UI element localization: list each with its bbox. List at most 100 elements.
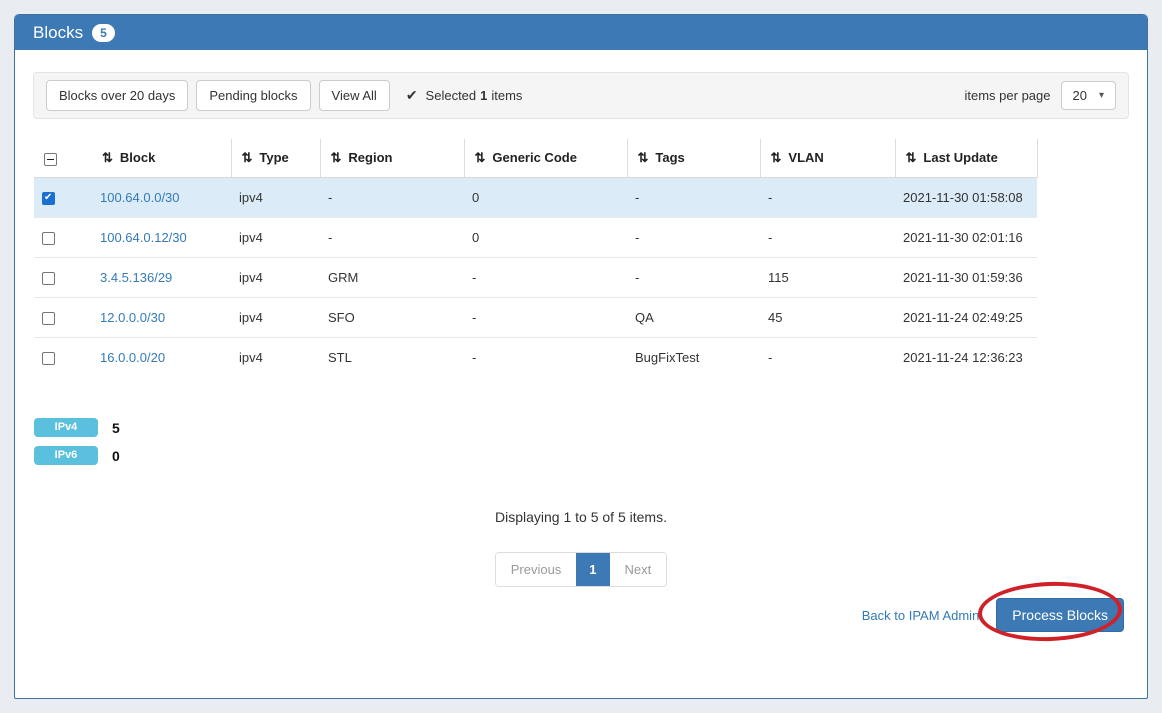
row-checkbox[interactable] (42, 352, 55, 365)
row-checkbox-cell (34, 298, 92, 338)
vlan-cell: - (760, 218, 895, 258)
pending-blocks-button[interactable]: Pending blocks (196, 80, 310, 111)
sort-icon: ⇅ (638, 150, 649, 165)
caret-down-icon: ▾ (1099, 90, 1104, 101)
sort-icon: ⇅ (906, 150, 917, 165)
column-header-last-update[interactable]: ⇅Last Update (895, 139, 1037, 178)
block-link[interactable]: 3.4.5.136/29 (92, 258, 231, 298)
row-checkbox[interactable] (42, 312, 55, 325)
region-cell: - (320, 178, 464, 218)
count-badge: 5 (92, 24, 115, 42)
blocks-panel: Blocks 5 Blocks over 20 days Pending blo… (14, 14, 1148, 699)
tags-cell: QA (627, 298, 760, 338)
region-cell: - (320, 218, 464, 258)
process-blocks-button[interactable]: Process Blocks (996, 598, 1124, 632)
ipv6-badge: IPv6 (34, 446, 98, 465)
row-checkbox-cell (34, 258, 92, 298)
pagination-section: Displaying 1 to 5 of 5 items. Previous 1… (15, 509, 1147, 587)
last-update-cell: 2021-11-30 01:59:36 (895, 258, 1037, 298)
select-all-header (34, 139, 92, 178)
toolbar: Blocks over 20 days Pending blocks View … (33, 72, 1129, 119)
blocks-over-20-days-button[interactable]: Blocks over 20 days (46, 80, 188, 111)
row-checkbox[interactable] (42, 192, 55, 205)
tags-cell: - (627, 178, 760, 218)
displaying-status: Displaying 1 to 5 of 5 items. (15, 509, 1147, 525)
type-cell: ipv4 (231, 338, 320, 378)
items-per-page-label: items per page (965, 88, 1051, 103)
type-cell: ipv4 (231, 218, 320, 258)
sort-icon: ⇅ (102, 150, 113, 165)
sort-icon: ⇅ (242, 150, 253, 165)
blocks-table: ⇅Block ⇅Type ⇅Region ⇅Generic Code ⇅Tags… (34, 139, 1038, 377)
page-title: Blocks (33, 23, 83, 43)
current-page-button[interactable]: 1 (576, 553, 609, 586)
last-update-cell: 2021-11-30 02:01:16 (895, 218, 1037, 258)
ipv6-count: 0 (112, 448, 120, 464)
generic-code-cell: 0 (464, 218, 627, 258)
block-link[interactable]: 100.64.0.0/30 (92, 178, 231, 218)
region-cell: SFO (320, 298, 464, 338)
checkmark-icon: ✔ (406, 87, 418, 104)
vlan-cell: - (760, 178, 895, 218)
generic-code-cell: - (464, 298, 627, 338)
sort-icon: ⇅ (475, 150, 486, 165)
vlan-cell: 45 (760, 298, 895, 338)
last-update-cell: 2021-11-30 01:58:08 (895, 178, 1037, 218)
table-row: 16.0.0.0/20 ipv4 STL - BugFixTest - 2021… (34, 338, 1037, 378)
vlan-cell: 115 (760, 258, 895, 298)
items-per-page-select[interactable]: 20 ▾ (1061, 81, 1117, 110)
column-header-block[interactable]: ⇅Block (92, 139, 231, 178)
selected-items-status: ✔ Selected 1 items (406, 87, 523, 104)
tags-cell: BugFixTest (627, 338, 760, 378)
generic-code-cell: 0 (464, 178, 627, 218)
column-header-generic-code[interactable]: ⇅Generic Code (464, 139, 627, 178)
table-row: 12.0.0.0/30 ipv4 SFO - QA 45 2021-11-24 … (34, 298, 1037, 338)
region-cell: GRM (320, 258, 464, 298)
ipv4-badge: IPv4 (34, 418, 98, 437)
selected-count: 1 (480, 88, 487, 103)
block-link[interactable]: 12.0.0.0/30 (92, 298, 231, 338)
last-update-cell: 2021-11-24 02:49:25 (895, 298, 1037, 338)
next-page-button[interactable]: Next (610, 553, 667, 586)
panel-header: Blocks 5 (15, 15, 1147, 50)
type-cell: ipv4 (231, 258, 320, 298)
back-to-ipam-admin-link[interactable]: Back to IPAM Admin (862, 608, 980, 623)
row-checkbox[interactable] (42, 272, 55, 285)
items-per-page-value: 20 (1073, 88, 1087, 103)
select-all-checkbox[interactable] (44, 153, 57, 166)
blocks-table-wrap: ⇅Block ⇅Type ⇅Region ⇅Generic Code ⇅Tags… (34, 139, 1129, 377)
table-row: 100.64.0.12/30 ipv4 - 0 - - 2021-11-30 0… (34, 218, 1037, 258)
block-link[interactable]: 100.64.0.12/30 (92, 218, 231, 258)
view-all-button[interactable]: View All (319, 80, 390, 111)
table-header-row: ⇅Block ⇅Type ⇅Region ⇅Generic Code ⇅Tags… (34, 139, 1037, 178)
region-cell: STL (320, 338, 464, 378)
tags-cell: - (627, 258, 760, 298)
table-row: 100.64.0.0/30 ipv4 - 0 - - 2021-11-30 01… (34, 178, 1037, 218)
ipv4-count: 5 (112, 420, 120, 436)
block-link[interactable]: 16.0.0.0/20 (92, 338, 231, 378)
selected-label: Selected (426, 88, 477, 103)
column-header-region[interactable]: ⇅Region (320, 139, 464, 178)
selected-suffix: items (491, 88, 522, 103)
sort-icon: ⇅ (771, 150, 782, 165)
type-cell: ipv4 (231, 298, 320, 338)
column-header-vlan[interactable]: ⇅VLAN (760, 139, 895, 178)
row-checkbox-cell (34, 338, 92, 378)
column-header-type[interactable]: ⇅Type (231, 139, 320, 178)
pager: Previous 1 Next (495, 552, 668, 587)
vlan-cell: - (760, 338, 895, 378)
footer-actions: Back to IPAM Admin Process Blocks (862, 598, 1124, 632)
sort-icon: ⇅ (331, 150, 342, 165)
type-cell: ipv4 (231, 178, 320, 218)
row-checkbox[interactable] (42, 232, 55, 245)
generic-code-cell: - (464, 258, 627, 298)
row-checkbox-cell (34, 218, 92, 258)
column-header-tags[interactable]: ⇅Tags (627, 139, 760, 178)
table-row: 3.4.5.136/29 ipv4 GRM - - 115 2021-11-30… (34, 258, 1037, 298)
previous-page-button[interactable]: Previous (496, 553, 577, 586)
last-update-cell: 2021-11-24 12:36:23 (895, 338, 1037, 378)
row-checkbox-cell (34, 178, 92, 218)
generic-code-cell: - (464, 338, 627, 378)
ip-summary: IPv4 5 IPv6 0 (34, 418, 1147, 465)
tags-cell: - (627, 218, 760, 258)
